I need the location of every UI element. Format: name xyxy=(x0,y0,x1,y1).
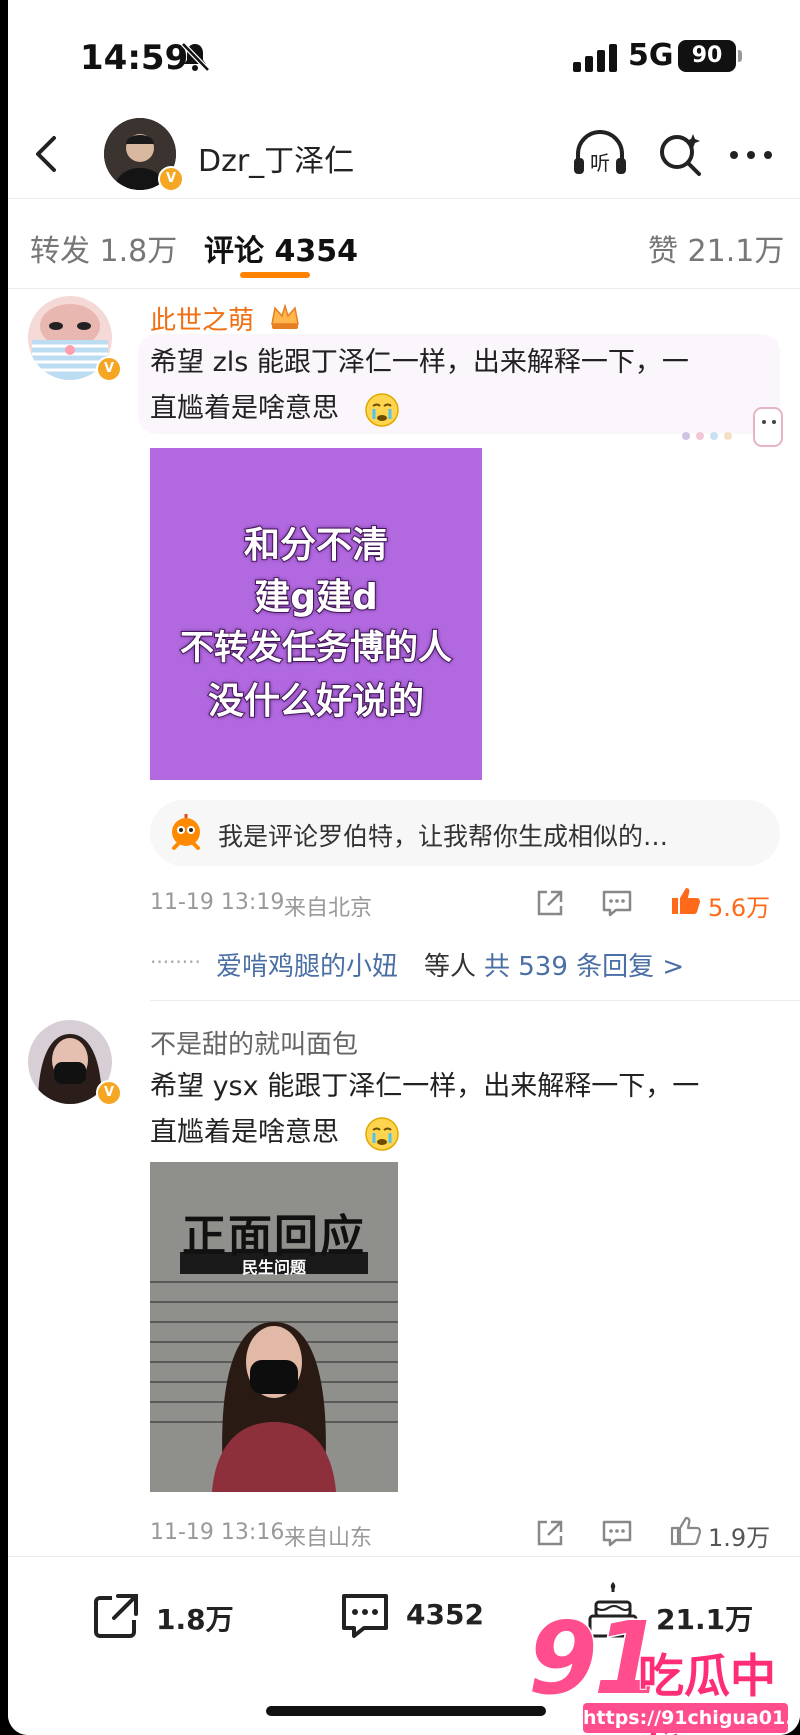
comment-text-line2: 直尴着是啥意思 xyxy=(150,393,339,424)
share-icon[interactable] xyxy=(533,1516,567,1550)
back-button[interactable] xyxy=(26,130,66,178)
like-count: 5.6万 xyxy=(708,894,771,922)
forward-count: 1.8万 xyxy=(156,1603,234,1636)
image-text-line: 没什么好说的 xyxy=(207,680,425,723)
comment-text-line1: 希望 ysx 能跟丁泽仁一样，出来解释一下，一 xyxy=(150,1071,700,1102)
view-replies-link[interactable]: 共 539 条回复 > xyxy=(484,946,684,983)
nav-divider xyxy=(8,198,800,199)
comment-location: 来自山东 xyxy=(284,1526,373,1551)
reply-username[interactable]: 爱啃鸡腿的小妞 xyxy=(216,946,398,983)
battery-tip xyxy=(738,50,742,62)
bell-muted-icon xyxy=(181,42,210,72)
comment-username[interactable]: 此世之萌 xyxy=(150,300,254,337)
watermark-url: https://91chigua01.com xyxy=(583,1703,800,1733)
bubble-decoration-icon xyxy=(682,407,783,447)
signal-icon xyxy=(573,44,617,72)
tab-likes[interactable]: 赞 21.1万 xyxy=(648,226,784,270)
like-total: 21.1万 xyxy=(656,1603,754,1636)
verified-badge-icon: V xyxy=(96,1080,122,1106)
forward-icon[interactable] xyxy=(90,1590,142,1642)
share-icon[interactable] xyxy=(533,886,567,920)
page-title: Dzr_丁泽仁 xyxy=(198,144,355,179)
crown-badge-icon xyxy=(271,303,299,329)
more-options-icon[interactable] xyxy=(726,140,776,170)
comment-text-line1: 希望 zls 能跟丁泽仁一样，出来解释一下，一 xyxy=(150,347,689,378)
status-time: 14:59 xyxy=(80,38,189,78)
reply-dots: ········ xyxy=(150,950,201,974)
image-text-line: 不转发任务博的人 xyxy=(179,627,453,669)
reply-icon[interactable] xyxy=(600,886,634,920)
robot-mascot-icon xyxy=(172,814,200,850)
listen-button[interactable]: 听 xyxy=(570,126,630,182)
comment-count: 4352 xyxy=(406,1598,484,1631)
poster-subtitle: 民生问题 xyxy=(241,1258,306,1277)
crying-emoji-icon xyxy=(365,1117,399,1151)
reply-etc: 等人 xyxy=(424,952,477,982)
verified-badge-icon: V xyxy=(158,166,184,192)
comment-image[interactable]: 正面回应 民生问题 xyxy=(150,1162,398,1492)
image-text-line: 建g建d xyxy=(253,576,379,619)
image-text-line: 和分不清 xyxy=(243,524,389,567)
like-icon[interactable] xyxy=(668,884,702,918)
tabs-divider xyxy=(8,288,800,289)
search-icon[interactable] xyxy=(653,126,709,182)
like-count: 1.9万 xyxy=(708,1524,771,1552)
tab-forward[interactable]: 转发 1.8万 xyxy=(30,226,177,270)
like-icon[interactable] xyxy=(668,1514,702,1548)
crying-emoji-icon xyxy=(365,393,399,427)
comment-text-line2: 直尴着是啥意思 xyxy=(150,1117,339,1148)
robot-suggestion-text: 我是评论罗伯特，让我帮你生成相似的… xyxy=(218,822,669,851)
comment-time: 11-19 13:19 xyxy=(150,890,285,915)
tab-comments[interactable]: 评论 4354 xyxy=(204,226,358,270)
battery-indicator: 90 xyxy=(678,40,736,72)
comment-divider xyxy=(150,1000,800,1001)
comment-location: 来自北京 xyxy=(284,896,373,921)
reply-icon[interactable] xyxy=(600,1516,634,1550)
home-indicator xyxy=(266,1706,546,1716)
network-label: 5G xyxy=(628,38,674,73)
active-tab-indicator xyxy=(240,272,310,278)
comment-image[interactable]: 和分不清 建g建d 不转发任务博的人 没什么好说的 xyxy=(150,448,482,780)
comment-icon[interactable] xyxy=(338,1590,392,1642)
comment-time: 11-19 13:16 xyxy=(150,1520,285,1545)
weibo-screen: 14:59 5G 90 V Dzr_丁泽仁 听 转发 1.8万 评论 4354 … xyxy=(8,0,800,1735)
headphones-icon: 听 xyxy=(574,130,626,175)
listen-label: 听 xyxy=(590,151,610,175)
verified-badge-icon: V xyxy=(96,356,122,382)
comment-username[interactable]: 不是甜的就叫面包 xyxy=(150,1024,358,1061)
